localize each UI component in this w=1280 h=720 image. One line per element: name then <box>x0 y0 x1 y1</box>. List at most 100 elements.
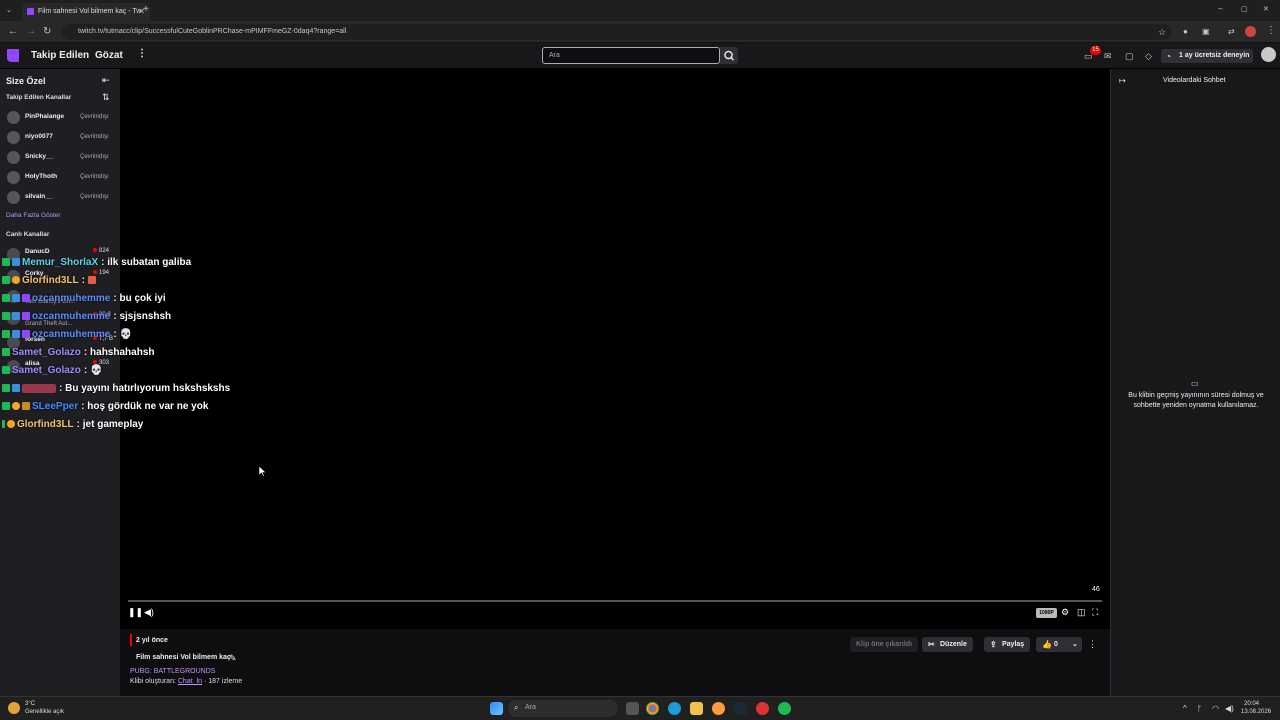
tab-title: Film sahnesi Vol bilmem kaç - Tw <box>38 8 142 15</box>
clip-creator-row: Klibi oluşturan: Chat_ln · 187 izleme <box>130 678 242 685</box>
maximize-icon[interactable]: ▢ <box>1241 5 1248 15</box>
chat-badge-icon <box>7 420 15 428</box>
chat-badge-icon <box>12 258 20 266</box>
skull-emoji-icon: 💀 <box>119 328 132 340</box>
back-icon[interactable]: ← <box>8 27 18 37</box>
address-bar-row: ← → ↻ twitch.tv/tutmacc/clip/SuccessfulC… <box>0 21 1280 43</box>
collapse-chat-icon[interactable]: ↦ <box>1119 76 1126 85</box>
show-more-link[interactable]: Daha Fazla Göster <box>6 212 61 219</box>
video-player[interactable]: 46 ❚❚ ◀) 1080P ⚙ ◫ ⛶ <box>120 69 1110 629</box>
clip-time-ago: 2 yıl önce <box>136 637 168 644</box>
search-button[interactable] <box>720 47 738 64</box>
firefox-icon[interactable] <box>712 702 725 715</box>
browser-tab[interactable]: Film sahnesi Vol bilmem kaç - Tw ✕ <box>22 3 150 21</box>
twitch-logo-icon[interactable] <box>7 49 19 62</box>
collapse-sidebar-icon[interactable]: ⇤ <box>102 75 110 86</box>
minimize-icon[interactable]: – <box>1218 4 1222 14</box>
followed-channel[interactable]: niyo0077 Çevrimdışı <box>0 129 120 149</box>
share-button[interactable]: ⇪ Paylaş <box>984 637 1031 652</box>
edge-icon[interactable] <box>668 702 681 715</box>
nav-following-link[interactable]: Takip Edilen <box>31 50 89 61</box>
chat-unavailable-message: Bu klibin geçmiş yayınının süresi dolmuş… <box>1128 392 1264 409</box>
scissors-icon: ✂ <box>928 640 935 649</box>
fullscreen-icon[interactable]: ⛶ <box>1092 607 1098 618</box>
steam-icon[interactable] <box>734 702 747 715</box>
spotify-icon[interactable] <box>778 702 791 715</box>
chat-badge-icon <box>2 420 5 428</box>
pause-icon[interactable]: ❚❚ <box>128 607 143 618</box>
chat-line: Glorfind3LL: <box>2 271 262 289</box>
edit-title-pencil-icon[interactable]: ✎ <box>229 653 237 664</box>
wifi-icon[interactable]: ◠ <box>1212 704 1219 713</box>
notifications-icon[interactable]: ▢ <box>1125 51 1134 61</box>
chat-message: sjsjsnshsh <box>119 310 172 322</box>
creator-link[interactable]: Chat_ln <box>178 678 202 685</box>
taskbar-search[interactable]: ⌕ Ara <box>508 700 618 717</box>
chat-badge-icon <box>2 312 10 320</box>
tray-language-icon[interactable]: ᚠ <box>1197 704 1202 713</box>
taskbar-search-placeholder: Ara <box>525 704 536 711</box>
tray-chevron-up-icon[interactable]: ^ <box>1183 704 1187 713</box>
chat-overlay: Memur_ShorlaX: ilk subatan galiba Glorfi… <box>2 253 262 433</box>
chat-badge-icon <box>12 312 20 320</box>
chat-username: Samet_Golazo <box>12 346 81 358</box>
chat-line: ozcanmuhemme: sjsjsnshsh <box>2 307 262 325</box>
url-field[interactable]: twitch.tv/tutmacc/clip/SuccessfulCuteGob… <box>62 24 1172 40</box>
whispers-icon[interactable]: ✉ <box>1104 51 1112 61</box>
seek-bar[interactable] <box>128 600 1102 602</box>
bookmark-star-icon[interactable]: ☆ <box>1158 27 1166 37</box>
chat-badge-icon <box>2 330 10 338</box>
game-link[interactable]: PUBG: BATTLEGROUNDS <box>130 668 215 675</box>
tab-search-icon[interactable]: ⇄ <box>1228 27 1235 37</box>
opera-icon[interactable] <box>756 702 769 715</box>
clip-title: Film sahnesi Vol bilmem kaç <box>136 654 231 661</box>
chat-badge-icon <box>2 384 10 392</box>
speaker-icon[interactable]: ◀) <box>1225 704 1234 713</box>
task-view-icon[interactable] <box>626 702 639 715</box>
extension-icon[interactable]: ● <box>1183 27 1188 37</box>
profile-avatar-icon[interactable] <box>1245 26 1256 37</box>
followed-channel[interactable]: silvain__ Çevrimdışı <box>0 189 120 209</box>
user-avatar[interactable] <box>1261 47 1276 62</box>
bits-icon[interactable]: ◇ <box>1145 51 1152 61</box>
chat-badge-icon <box>22 402 30 410</box>
nav-browse-link[interactable]: Gözat <box>95 50 123 61</box>
clip-featured-button[interactable]: Klip öne çıkarıldı <box>850 637 919 652</box>
channel-avatar <box>7 151 20 164</box>
chat-message: Bu yayını hatırlıyorum hskshskshs <box>65 382 231 394</box>
new-tab-icon[interactable]: + <box>143 5 149 15</box>
followed-channel[interactable]: PinPhalange Çevrimdışı <box>0 109 120 129</box>
like-button[interactable]: 👍 0 ⌄ <box>1036 637 1082 652</box>
file-explorer-icon[interactable] <box>690 702 703 715</box>
skull-emoji-icon: 💀 <box>90 364 103 376</box>
tab-list-icon[interactable]: ⌄ <box>6 6 12 16</box>
volume-icon[interactable]: ◀) <box>144 607 154 618</box>
search-input[interactable]: Ara <box>542 47 720 64</box>
free-trial-button[interactable]: ◔ 1 ay ücretsiz deneyin <box>1161 49 1253 63</box>
clip-info-section: 2 yıl önce Film sahnesi Vol bilmem kaç ✎… <box>120 629 1110 696</box>
followed-channel[interactable]: HolyThoth Çevrimdışı <box>0 169 120 189</box>
chat-badge-icon <box>2 402 10 410</box>
thumbs-up-icon: 👍 <box>1042 640 1052 649</box>
chat-line: Memur_ShorlaX: ilk subatan galiba <box>2 253 262 271</box>
chat-panel-header: Videolardaki Sohbet <box>1163 77 1226 84</box>
edit-clip-label: Düzenle <box>940 641 967 648</box>
more-options-icon[interactable]: ⋮ <box>1088 639 1097 650</box>
chat-line: Glorfind3LL: jet gameplay <box>2 415 262 433</box>
weather-icon[interactable] <box>8 702 20 714</box>
forward-icon[interactable]: → <box>26 27 36 37</box>
reload-icon[interactable]: ↻ <box>43 27 51 37</box>
notification-count-badge: 15 <box>1090 46 1101 55</box>
followed-channel[interactable]: Snicky__ Çevrimdışı <box>0 149 120 169</box>
nav-more-icon[interactable]: ⋮ <box>137 48 147 59</box>
edit-clip-button[interactable]: ✂ Düzenle <box>922 637 973 652</box>
extensions-puzzle-icon[interactable]: ▣ <box>1202 27 1210 37</box>
sort-icon[interactable]: ⇅ <box>102 92 110 103</box>
theatre-mode-icon[interactable]: ◫ <box>1077 607 1086 618</box>
chrome-icon[interactable] <box>646 702 659 715</box>
browser-menu-icon[interactable]: ⋮ <box>1266 26 1276 36</box>
windows-start-icon[interactable] <box>490 702 503 715</box>
close-window-icon[interactable]: ✕ <box>1263 5 1269 15</box>
settings-gear-icon[interactable]: ⚙ <box>1061 607 1069 618</box>
chat-username: Samet_Golazo <box>12 364 81 376</box>
